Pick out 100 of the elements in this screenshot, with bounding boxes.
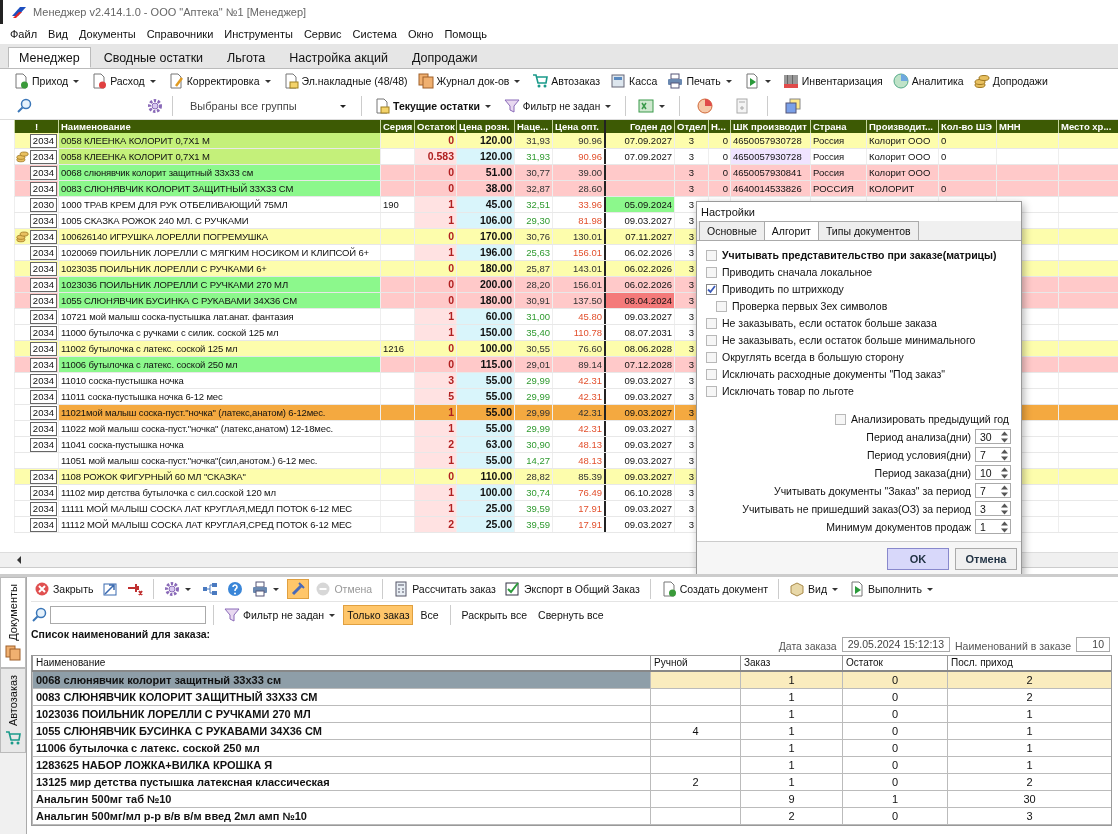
- toolbar-button[interactable]: Расход: [88, 71, 161, 91]
- tab[interactable]: Допродажи: [400, 47, 489, 68]
- spinner-arrows-icon[interactable]: [1000, 519, 1009, 534]
- menu-item[interactable]: Система: [352, 28, 397, 40]
- menu-item[interactable]: Файл: [10, 28, 38, 40]
- table-row[interactable]: 2034 0083 СЛЮНЯВЧИК КОЛОРИТ ЗАЩИТНЫЙ 33Х33 СМ 0 38.00 32,87 28.60 3 0 4640014533826 РОССИЯ КОЛОРИТ 0: [14, 181, 1118, 197]
- checkbox[interactable]: [706, 385, 717, 397]
- search-icon[interactable]: [31, 607, 47, 623]
- number-field[interactable]: 1: [975, 519, 1011, 534]
- filter-button[interactable]: Фильтр не задан: [221, 605, 341, 625]
- checkbox[interactable]: [716, 300, 727, 312]
- number-field[interactable]: 10: [975, 465, 1011, 480]
- checkbox[interactable]: [706, 351, 717, 363]
- tab[interactable]: Типы документов: [817, 221, 919, 240]
- side-tab[interactable]: Автозаказ: [0, 667, 26, 753]
- table-row[interactable]: Анальгин 500мг таб №10 9 1 30: [32, 791, 1111, 808]
- toggle-button[interactable]: Только заказ: [343, 605, 414, 625]
- toolbar-button[interactable]: Корректировка: [164, 71, 276, 91]
- table-row[interactable]: Анальгин 500мг/мл р-р в/в в/м введ 2мл амп №10 2 0 3: [32, 808, 1111, 825]
- dialog-button[interactable]: Отмена: [955, 548, 1017, 570]
- search-field[interactable]: [50, 606, 206, 624]
- toolbar-button[interactable]: Закрыть: [31, 579, 97, 599]
- side-tab[interactable]: Документы: [0, 577, 26, 668]
- checkbox[interactable]: [706, 317, 717, 329]
- arrow-box-icon: [102, 581, 119, 597]
- spinner-arrows-icon[interactable]: [1000, 447, 1009, 462]
- count-field[interactable]: 10: [1076, 637, 1110, 652]
- menu-item[interactable]: Инструменты: [224, 28, 293, 40]
- number-field[interactable]: 7: [975, 483, 1011, 498]
- toolbar-button[interactable]: Журнал док-ов: [414, 71, 526, 91]
- checkbox[interactable]: [706, 249, 717, 261]
- table-row[interactable]: 2034 0058 КЛЕЕНКА КОЛОРИТ 0,7Х1 М 0.583 120.00 31,93 90.96 07.09.2027 3 0 4650057930728 Россия Колорит ООО 0: [14, 149, 1118, 165]
- option-label[interactable]: Приводить по штрихкоду: [722, 283, 844, 295]
- table-row[interactable]: 1283625 НАБОР ЛОЖКА+ВИЛКА КРОШКА Я 1 0 1: [32, 757, 1111, 774]
- checkbox[interactable]: [834, 413, 846, 425]
- menu-item[interactable]: Сервис: [303, 28, 342, 40]
- toolbar-button[interactable]: Печать: [664, 71, 737, 91]
- toolbar-button[interactable]: Выполнить: [846, 579, 938, 599]
- option-label[interactable]: Проверка первых 3ех символов: [732, 300, 888, 312]
- menu-item[interactable]: Документы: [78, 28, 136, 40]
- toolbar-button[interactable]: Приход: [10, 71, 85, 91]
- spinner-arrows-icon[interactable]: [1000, 501, 1009, 516]
- toolbar-button[interactable]: Автозаказ: [529, 71, 604, 91]
- table-row[interactable]: 11006 бутылочка с латекс. соской 250 мл 1 0 1: [32, 740, 1111, 757]
- tab[interactable]: Сводные остатки: [92, 47, 215, 68]
- column-header[interactable]: Заказ: [740, 656, 842, 670]
- checkbox[interactable]: [706, 283, 717, 295]
- pie-chart-icon[interactable]: [697, 98, 714, 114]
- tab[interactable]: Алгорит: [763, 221, 819, 240]
- column-header[interactable]: Ручной: [650, 656, 740, 670]
- table-row[interactable]: 1023036 ПОИЛЬНИК ЛОРЕЛЛИ С РУЧКАМИ 270 МЛ 1 0 1: [32, 706, 1111, 723]
- toolbar-button[interactable]: [287, 579, 310, 599]
- tab[interactable]: Основные: [699, 221, 765, 240]
- toolbar-button[interactable]: Инвентаризация: [779, 71, 886, 91]
- number-field[interactable]: 3: [975, 501, 1011, 516]
- menu-item[interactable]: Справочники: [146, 28, 214, 40]
- collapse-all-button[interactable]: Свернуть все: [534, 608, 608, 622]
- toolbar-button[interactable]: Экспорт в Общий Заказ: [501, 579, 643, 599]
- menu-item[interactable]: Окно: [407, 28, 434, 40]
- table-row[interactable]: 0068 слюнявчик колорит защитный 33х33 см 1 0 2: [32, 672, 1111, 689]
- spinner-arrows-icon[interactable]: [1000, 483, 1009, 498]
- tab[interactable]: Настройка акций: [278, 47, 399, 68]
- tab[interactable]: Менеджер: [8, 47, 91, 68]
- table-row[interactable]: 1055 СЛЮНЯВЧИК БУСИНКА С РУКАВАМИ 34Х36 СМ 4 1 0 1: [32, 723, 1111, 740]
- spinner-arrows-icon[interactable]: [1000, 429, 1009, 444]
- filter-button[interactable]: Фильтр не задан: [500, 96, 617, 116]
- toolbar-button[interactable]: Эл.накладные (48/48): [279, 71, 411, 91]
- date-field[interactable]: 29.05.2024 15:12:13: [841, 637, 951, 652]
- option-label[interactable]: Приводить сначала локальное: [722, 266, 873, 278]
- table-row[interactable]: 2034 0058 КЛЕЕНКА КОЛОРИТ 0,7Х1 М 0 120.00 31,93 90.96 07.09.2027 3 0 4650057930728 Россия Колорит ООО 0: [14, 133, 1118, 149]
- checkbox[interactable]: [706, 266, 717, 278]
- menu-item[interactable]: Помощь: [444, 28, 487, 40]
- table-row[interactable]: 0083 СЛЮНЯВЧИК КОЛОРИТ ЗАЩИТНЫЙ 33Х33 СМ 1 0 2: [32, 689, 1111, 706]
- settings-icon[interactable]: [147, 98, 163, 114]
- menu-item[interactable]: Вид: [48, 28, 68, 40]
- dialog-button[interactable]: OK: [887, 548, 949, 570]
- table-row[interactable]: 2034 0068 слюнявчик колорит защитный 33х33 см 0 51.00 30,77 39.00 3 0 4650057930841 Россия Колорит ООО: [14, 165, 1118, 181]
- expand-all-button[interactable]: Раскрыть все: [457, 608, 532, 622]
- toggle-button[interactable]: Все: [416, 605, 443, 625]
- tab[interactable]: Льгота: [216, 47, 277, 68]
- toolbar-button[interactable]: Создать документ: [657, 579, 772, 599]
- number-field[interactable]: 30: [975, 429, 1011, 444]
- stock-mode-button[interactable]: Текущие остатки: [371, 96, 496, 116]
- toolbar-button[interactable]: Аналитика: [889, 71, 967, 91]
- number-field[interactable]: 7: [975, 447, 1011, 462]
- search-icon[interactable]: [16, 98, 32, 114]
- toolbar-button[interactable]: Допродажи: [970, 71, 1051, 91]
- checkbox[interactable]: [706, 368, 717, 380]
- column-header[interactable]: Остаток: [842, 656, 947, 670]
- toolbar-button[interactable]: Вид: [786, 579, 844, 599]
- checkbox[interactable]: [706, 334, 717, 346]
- column-header[interactable]: Посл. приход: [947, 656, 1111, 670]
- column-header[interactable]: Наименование: [32, 656, 650, 670]
- option-label[interactable]: Учитывать представительство при заказе(матрицы): [722, 249, 997, 261]
- group-dropdown[interactable]: Выбраны все группы: [182, 98, 352, 114]
- toolbar-button[interactable]: Рассчитать заказ: [390, 579, 499, 599]
- toolbar-button[interactable]: Касса: [607, 71, 661, 91]
- spinner-arrows-icon[interactable]: [1000, 465, 1009, 480]
- cube-icon[interactable]: [785, 98, 802, 114]
- table-row[interactable]: 13125 мир детства пустышка латексная классическая 2 1 0 2: [32, 774, 1111, 791]
